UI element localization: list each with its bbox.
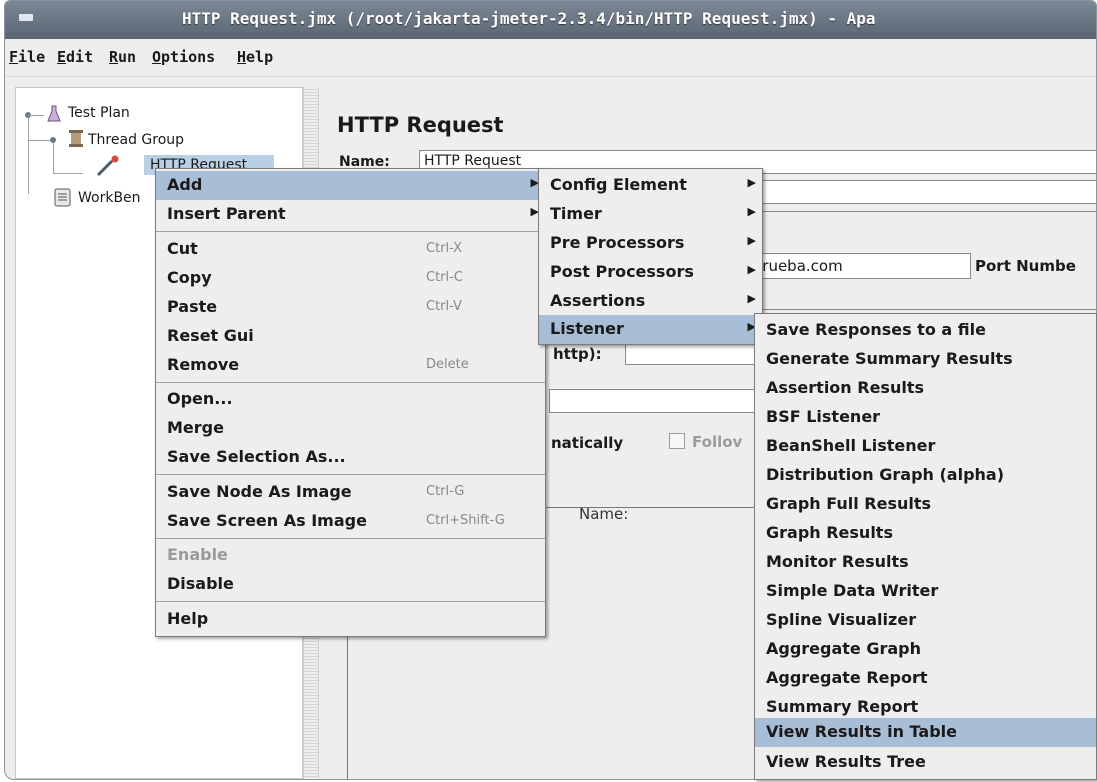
menu-item-assertion-results[interactable]: Assertion Results <box>755 374 1096 403</box>
menu-item-cut[interactable]: Cut Ctrl-X <box>156 235 545 264</box>
menu-separator <box>156 601 545 602</box>
window-title: HTTP Request.jmx (/root/jakarta-jmeter-2… <box>182 9 876 28</box>
menu-separator <box>156 538 545 539</box>
menu-separator <box>156 382 545 383</box>
menu-item-enable: Enable <box>167 545 228 564</box>
menu-item-remove[interactable]: Remove Delete <box>156 351 545 380</box>
menu-item-timer[interactable]: Timer ▶ <box>539 200 762 229</box>
menu-separator <box>156 474 545 475</box>
comments-field[interactable] <box>759 180 1096 204</box>
menu-item-aggregate-report[interactable]: Aggregate Report <box>755 664 1096 693</box>
menu-help[interactable]: Help <box>237 48 273 66</box>
menu-item-copy[interactable]: Copy Ctrl-C <box>156 264 545 293</box>
menu-item-pre-processors[interactable]: Pre Processors ▶ <box>539 229 762 258</box>
menu-item-assertions[interactable]: Assertions ▶ <box>539 287 762 316</box>
menu-item-save-responses-to-file[interactable]: Save Responses to a file <box>755 316 1096 345</box>
submenu-arrow-icon: ▶ <box>747 292 756 305</box>
menu-item-save-screen-as-image[interactable]: Save Screen As Image Ctrl+Shift-G <box>156 507 545 536</box>
spool-icon <box>69 130 83 147</box>
menu-separator <box>156 231 545 232</box>
menu-item-reset-gui[interactable]: Reset Gui <box>156 322 545 351</box>
context-menu: Add ▶ Insert Parent ▶ Cut Ctrl-X Copy Ctrl-C… <box>155 168 546 637</box>
menu-item-post-processors[interactable]: Post Processors ▶ <box>539 258 762 287</box>
menu-edit[interactable]: Edit <box>57 48 93 66</box>
menu-file[interactable]: File <box>9 48 45 66</box>
panel-title: HTTP Request <box>337 113 504 137</box>
submenu-arrow-icon: ▶ <box>747 176 756 189</box>
menu-item-merge[interactable]: Merge <box>156 414 545 443</box>
menu-bar: File Edit Run Options Help <box>5 39 1096 77</box>
menu-item-monitor-results[interactable]: Monitor Results <box>755 548 1096 577</box>
menu-item-spline-visualizer[interactable]: Spline Visualizer <box>755 606 1096 635</box>
add-submenu: Config Element ▶ Timer ▶ Pre Processors ▶ P… <box>538 168 763 345</box>
follow-redirects-checkbox[interactable] <box>669 433 685 449</box>
menu-item-add[interactable]: Add ▶ <box>156 171 545 200</box>
menu-item-save-node-as-image[interactable]: Save Node As Image Ctrl-G <box>156 478 545 507</box>
menu-item-simple-data-writer[interactable]: Simple Data Writer <box>755 577 1096 606</box>
tree-node-workbench[interactable]: WorkBen <box>78 190 141 206</box>
flask-icon <box>47 105 61 122</box>
menu-item-graph-full-results[interactable]: Graph Full Results <box>755 490 1096 519</box>
menu-options[interactable]: Options <box>152 48 215 66</box>
menu-item-disable[interactable]: Disable <box>156 570 545 599</box>
menu-item-help[interactable]: Help <box>156 605 545 634</box>
menu-item-generate-summary-results[interactable]: Generate Summary Results <box>755 345 1096 374</box>
pipette-icon <box>96 155 119 177</box>
menu-item-aggregate-graph[interactable]: Aggregate Graph <box>755 635 1096 664</box>
submenu-arrow-icon: ▶ <box>747 205 756 218</box>
submenu-arrow-icon: ▶ <box>747 263 756 276</box>
menu-item-paste[interactable]: Paste Ctrl-V <box>156 293 545 322</box>
menu-item-graph-results[interactable]: Graph Results <box>755 519 1096 548</box>
tree-node-thread-group[interactable]: Thread Group <box>88 132 184 148</box>
listener-submenu: Save Responses to a file Generate Summar… <box>754 313 1097 780</box>
menu-item-config-element[interactable]: Config Element ▶ <box>539 171 762 200</box>
tree-node-test-plan[interactable]: Test Plan <box>68 105 130 121</box>
server-name-field[interactable]: deprueba.com <box>731 253 971 279</box>
window-menu-icon[interactable] <box>19 14 33 21</box>
redirect-automatically-label: natically <box>551 434 624 452</box>
submenu-arrow-icon: ▶ <box>747 234 756 247</box>
menu-item-view-results-in-table[interactable]: View Results in Table <box>755 718 1096 747</box>
menu-item-bsf-listener[interactable]: BSF Listener <box>755 403 1096 432</box>
parameters-name-header: Name: <box>579 505 629 523</box>
menu-item-listener[interactable]: Listener ▶ <box>539 315 762 344</box>
menu-run[interactable]: Run <box>109 48 136 66</box>
port-number-label: Port Numbe <box>975 257 1076 275</box>
title-bar[interactable]: HTTP Request.jmx (/root/jakarta-jmeter-2… <box>5 1 1096 39</box>
notepad-icon <box>54 188 71 207</box>
follow-redirects-label: Follov <box>692 433 743 451</box>
menu-item-open[interactable]: Open... <box>156 385 545 414</box>
menu-item-insert-parent[interactable]: Insert Parent ▶ <box>156 200 545 229</box>
menu-item-distribution-graph[interactable]: Distribution Graph (alpha) <box>755 461 1096 490</box>
protocol-label: http): <box>553 345 602 363</box>
menu-item-beanshell-listener[interactable]: BeanShell Listener <box>755 432 1096 461</box>
menu-item-view-results-tree[interactable]: View Results Tree <box>755 748 1096 777</box>
protocol-field[interactable] <box>625 343 765 365</box>
menu-item-save-selection-as[interactable]: Save Selection As... <box>156 443 545 472</box>
